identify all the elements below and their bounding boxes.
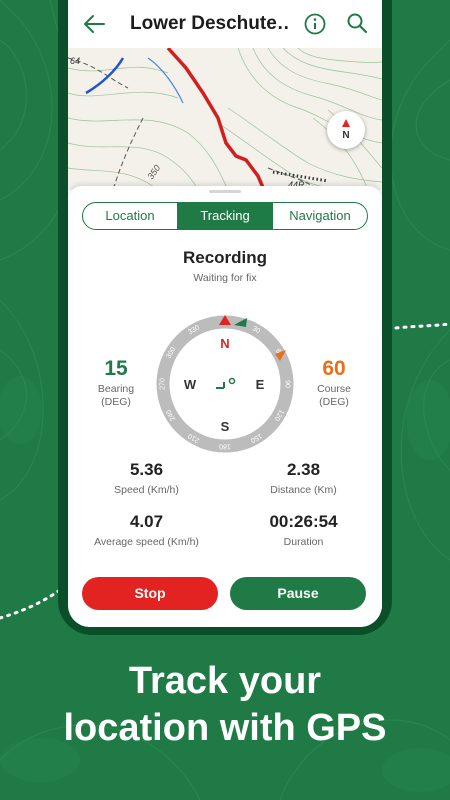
caption-line-1: Track your bbox=[128, 660, 322, 702]
distance-label: Distance (Km) bbox=[270, 484, 337, 496]
topo-map[interactable]: 64 350 44R N bbox=[68, 46, 382, 191]
pause-button[interactable]: Pause bbox=[230, 577, 366, 610]
average-speed-label: Average speed (Km/h) bbox=[94, 536, 199, 548]
map-label-contour: 350 bbox=[145, 163, 162, 181]
duration-label: Duration bbox=[283, 536, 324, 548]
tab-navigation[interactable]: Navigation bbox=[272, 203, 367, 229]
speed-value: 5.36 bbox=[129, 460, 164, 479]
compass-tick-label: 90 bbox=[284, 380, 291, 388]
tab-tracking[interactable]: Tracking bbox=[177, 203, 272, 229]
arrow-left-icon[interactable] bbox=[82, 13, 106, 35]
north-arrow-icon: N bbox=[342, 119, 350, 141]
tracking-sheet: Location Tracking Navigation Recording W… bbox=[68, 186, 382, 627]
search-icon[interactable] bbox=[347, 13, 367, 33]
map-label-elevation: 64 bbox=[70, 56, 80, 66]
course-unit: (DEG) bbox=[319, 396, 349, 408]
course-value: 60 bbox=[322, 357, 346, 380]
recording-title: Recording bbox=[182, 248, 268, 267]
app-screen: Lower Deschute… 64 350 44R N Location Tr… bbox=[68, 0, 382, 627]
average-speed-value: 4.07 bbox=[129, 512, 164, 531]
course-label: Course bbox=[317, 383, 351, 395]
map-compass-button[interactable]: N bbox=[327, 111, 365, 149]
compass-south-letter: S bbox=[221, 419, 230, 434]
north-letter: N bbox=[342, 130, 349, 141]
promo-caption: Track your location with GPS bbox=[0, 658, 450, 752]
bearing-value: 15 bbox=[104, 357, 128, 380]
compass-tick-label: 180 bbox=[219, 443, 231, 450]
compass-west-letter: W bbox=[184, 377, 197, 392]
mode-tabs: Location Tracking Navigation bbox=[82, 202, 368, 230]
duration-value: 00:26:54 bbox=[269, 512, 338, 531]
tab-location[interactable]: Location bbox=[83, 203, 177, 229]
compass-tick-label: 270 bbox=[160, 378, 167, 390]
recording-status: Waiting for fix bbox=[193, 272, 257, 284]
compass-north-letter: N bbox=[220, 336, 229, 351]
bearing-unit: (DEG) bbox=[101, 396, 131, 408]
app-bar: Lower Deschute… bbox=[68, 0, 382, 48]
page-title: Lower Deschute… bbox=[130, 13, 290, 34]
compass-dial: 306090120150180210240270300330 N E S W bbox=[156, 315, 294, 453]
distance-value: 2.38 bbox=[286, 460, 321, 479]
stop-button[interactable]: Stop bbox=[82, 577, 218, 610]
compass-east-letter: E bbox=[256, 377, 265, 392]
speed-label: Speed (Km/h) bbox=[114, 484, 179, 496]
drag-handle[interactable] bbox=[209, 190, 241, 193]
caption-line-2: location with GPS bbox=[63, 707, 387, 749]
info-circle-icon[interactable] bbox=[304, 13, 326, 35]
bearing-label: Bearing bbox=[97, 383, 135, 395]
